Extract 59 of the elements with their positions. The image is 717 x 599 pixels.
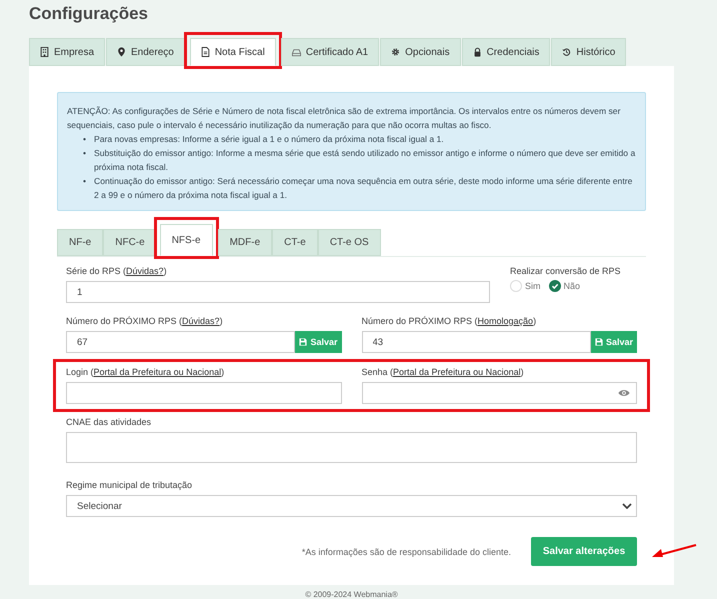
history-icon (562, 47, 572, 57)
lock-icon (472, 47, 482, 57)
field-label: Número do PRÓXIMO RPS (Homologação) (362, 316, 538, 327)
tab[interactable]: Nota Fiscal (190, 38, 276, 66)
input-field[interactable]: 43 (362, 331, 591, 353)
field-label: Regime municipal de tributação (66, 480, 194, 491)
tab[interactable]: Endereço (106, 38, 185, 66)
tab[interactable]: NFS-e (160, 224, 213, 256)
radio-label: Não (564, 281, 580, 291)
select-field[interactable]: Selecionar (66, 495, 637, 517)
tab[interactable]: Histórico (551, 38, 626, 66)
help-link[interactable]: Dúvidas? (126, 266, 164, 276)
drive-icon (292, 47, 301, 57)
field-label: CNAE das atividades (66, 417, 152, 428)
tab[interactable]: Opcionais (380, 38, 461, 66)
check-icon (550, 281, 560, 291)
floppy-icon (594, 338, 603, 346)
page-title: Configurações (29, 3, 148, 25)
bullet-mark: • (83, 175, 86, 188)
text-area[interactable] (66, 432, 637, 463)
notice-item: Substituição do emissor antigo: Informe a mesma série que está sendo utilizado no emissor antigo e informe o número que deve ser emitido a próxima nota fiscal. (94, 147, 636, 174)
tab[interactable]: Credenciais (462, 38, 550, 66)
field-label: Realizar conversão de RPS (510, 266, 622, 277)
notice-text: ATENÇÃO: As configurações de Série e Número de nota fiscal eletrônica são de extrema importância. Os intervalos entre os números devem ser sequenciais, caso pule o intervalo é necessário inutilização da numeração para que não ocorra multas ao fisco. (67, 105, 622, 132)
help-link[interactable]: Portal da Prefeitura ou Nacional (94, 367, 222, 377)
tab[interactable]: NFC-e (103, 229, 157, 256)
notice-item: Continuação do emissor antigo: Será necessário começar uma nova sequência em outra série, deste modo informe uma série diferente entre 2 a 99 e o número da próxima nota fiscal igual a 1. (94, 175, 634, 202)
help-link[interactable]: Homologação (478, 316, 534, 326)
document-icon (200, 47, 210, 57)
bullet-mark: • (83, 133, 86, 146)
floppy-icon (299, 338, 308, 346)
help-link[interactable]: Portal da Prefeitura ou Nacional (393, 367, 521, 377)
field-label: Número do PRÓXIMO RPS (Dúvidas?) (66, 316, 224, 327)
eye-icon[interactable] (618, 389, 630, 397)
field-label: Senha (Portal da Prefeitura ou Nacional) (362, 367, 525, 378)
help-link[interactable]: Dúvidas? (182, 316, 220, 326)
tab[interactable]: NF-e (57, 229, 104, 256)
input-field[interactable] (66, 382, 342, 404)
map-pin-icon (117, 47, 126, 57)
radio-button[interactable] (510, 280, 522, 292)
input-field[interactable]: 67 (66, 331, 296, 353)
radio-checked[interactable] (548, 280, 560, 292)
tab[interactable]: CT-e OS (318, 229, 381, 256)
gear-icon (391, 47, 400, 57)
tab[interactable]: Empresa (29, 38, 106, 66)
input-field[interactable]: 1 (66, 281, 490, 303)
tab[interactable]: CT-e (272, 229, 318, 256)
field-label: Login (Portal da Prefeitura ou Nacional) (66, 367, 226, 378)
password-field[interactable] (362, 382, 637, 404)
chevron-down-icon (622, 503, 632, 509)
tab[interactable]: Certificado A1 (280, 38, 380, 66)
tab[interactable]: MDF-e (218, 229, 272, 256)
building-icon (40, 47, 49, 57)
disclaimer-text: *As informações são de responsabilidade do cliente. (302, 546, 511, 556)
field-label: Série do RPS (Dúvidas?) (66, 266, 168, 277)
bullet-mark: • (83, 147, 86, 160)
notice-item: Para novas empresas: Informe a série igual a 1 e o número da próxima nota fiscal igual a 1. (94, 133, 444, 146)
radio-label: Sim (525, 281, 540, 291)
footer-text: © 2009-2024 Webmania® (304, 590, 399, 599)
